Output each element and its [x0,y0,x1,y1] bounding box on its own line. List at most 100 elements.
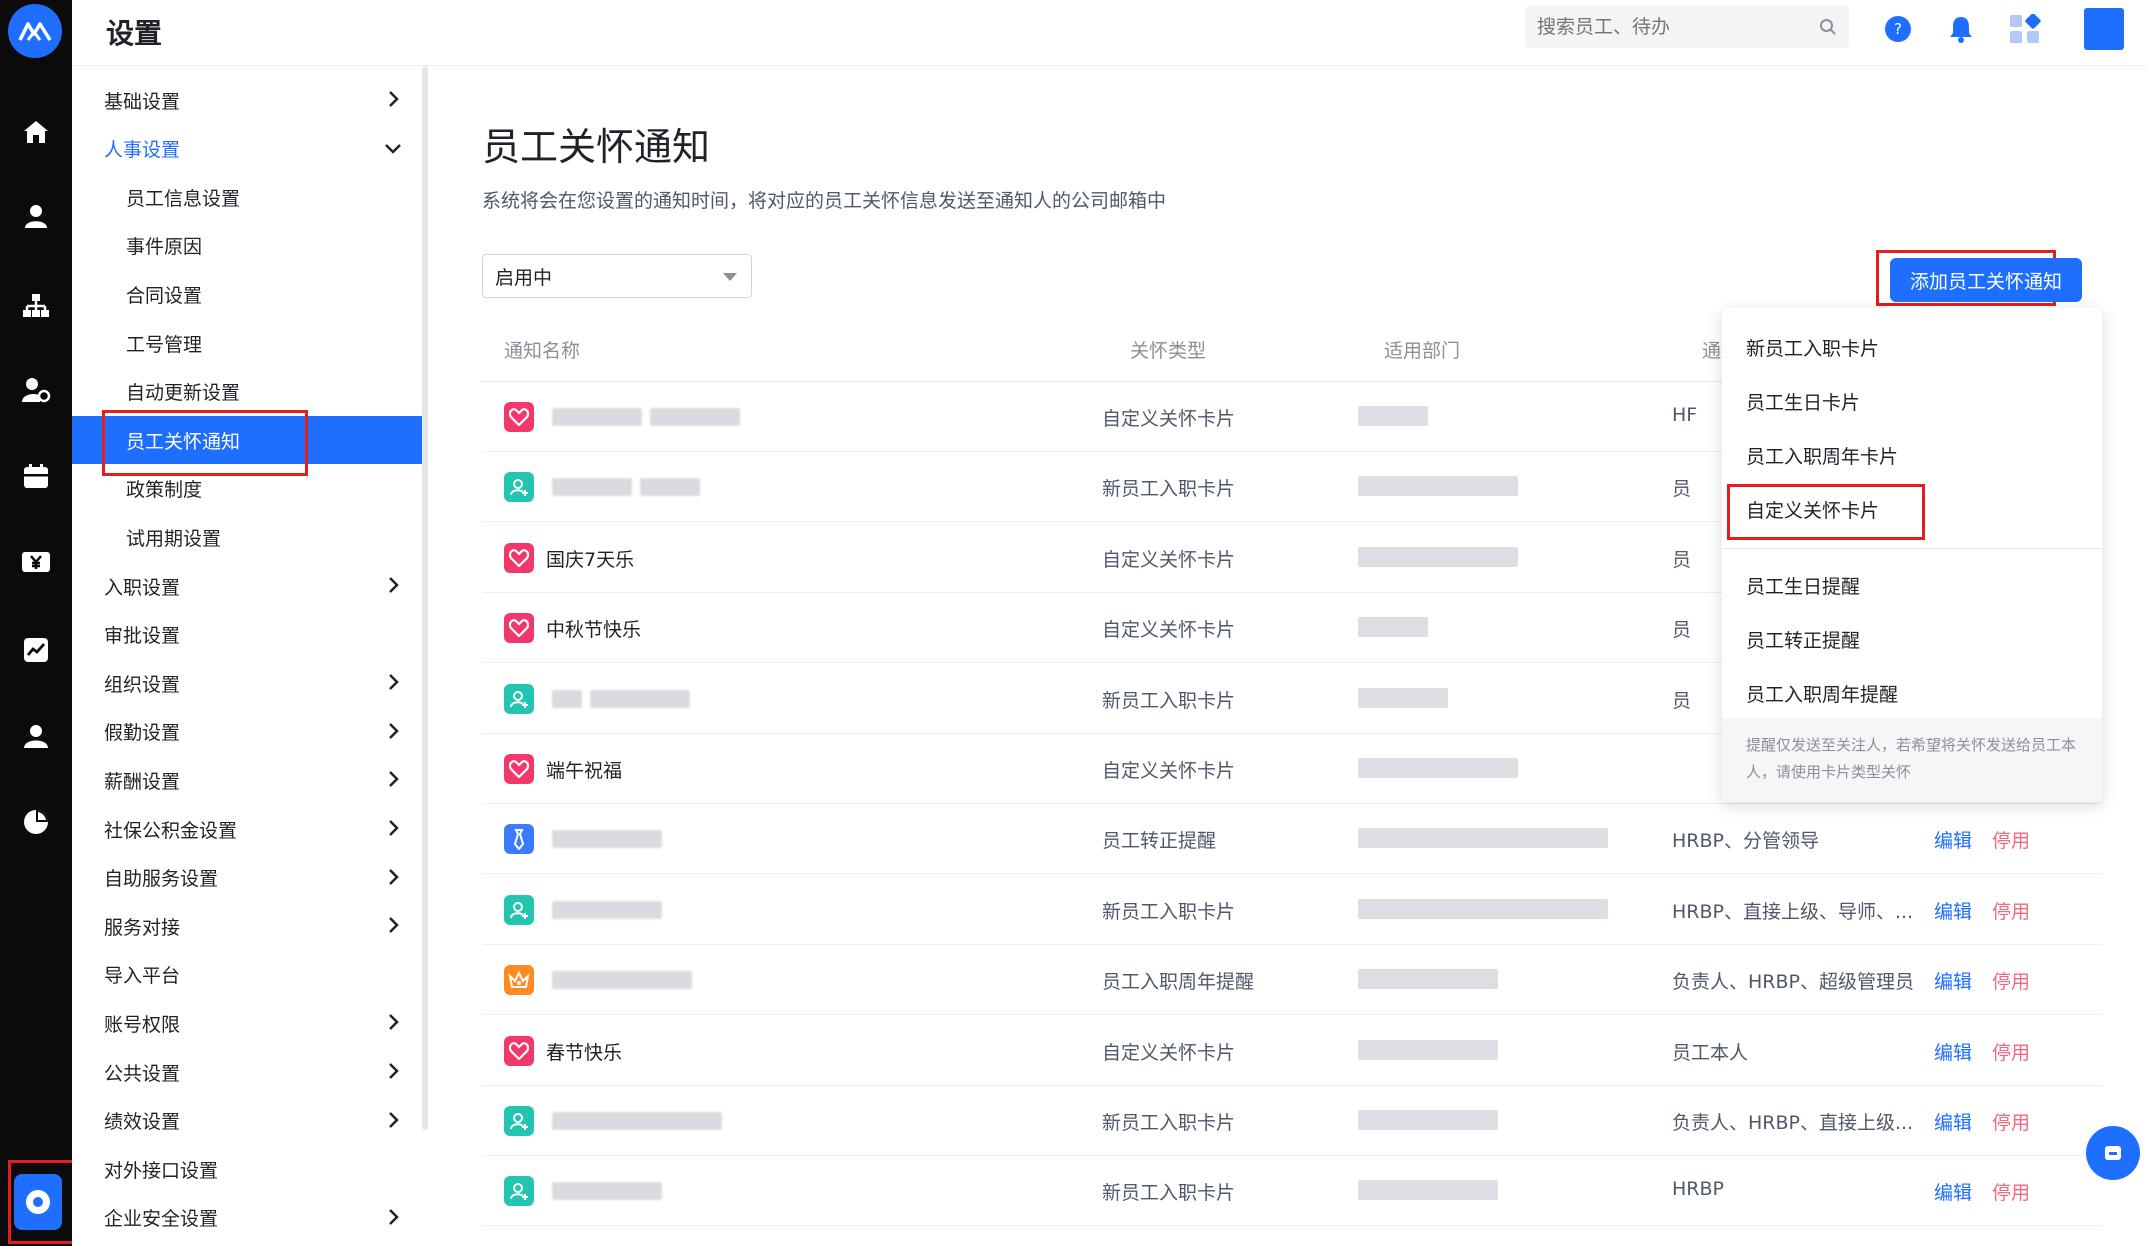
app-logo[interactable] [8,4,62,58]
menu-item[interactable]: 对外接口设置 [72,1145,422,1193]
edit-link[interactable]: 编辑 [1934,1038,1972,1065]
edit-link[interactable]: 编辑 [1934,1108,1972,1135]
bell-icon[interactable] [1944,12,1978,46]
edit-link[interactable]: 编辑 [1934,967,1972,994]
status-filter-select[interactable]: 启用中 [482,254,752,298]
floating-chat-button[interactable] [2086,1126,2140,1180]
menu-item[interactable]: 企业安全设置 [72,1194,422,1242]
chevron-right-icon [382,574,404,596]
menu-item[interactable]: 基础设置 [72,76,422,124]
menu-item[interactable]: 员工信息设置 [72,173,422,221]
calendar-icon[interactable] [18,458,54,494]
chevron-right-icon [382,1011,404,1033]
menu-item[interactable]: 入职设置 [72,562,422,610]
redacted-department [1358,1110,1498,1130]
disable-link[interactable]: 停用 [1992,1178,2030,1205]
dropdown-item-birthday-card[interactable]: 员工生日卡片 [1746,388,1860,415]
menu-item-label: 事件原因 [126,236,203,259]
menu-item-label: 假勤设置 [104,722,181,745]
user-add-icon [504,472,534,503]
menu-item[interactable]: 自动更新设置 [72,368,422,416]
menu-item[interactable]: 事件原因 [72,222,422,270]
care-type: 自定义关怀卡片 [1102,619,1236,642]
table-row: 新员工入职卡片 负责人、HRBP、直接上级... 编辑 停用 [482,1086,2102,1156]
search-box[interactable] [1525,6,1849,48]
column-header-name: 通知名称 [504,340,581,362]
menu-item[interactable]: 人事设置 [72,125,422,173]
menu-item[interactable]: 公共设置 [72,1048,422,1096]
redacted-department [1358,476,1518,497]
chevron-right-icon [382,88,404,110]
disable-link[interactable]: 停用 [1992,1038,2030,1065]
chevron-right-icon [382,1109,404,1131]
user-settings-icon[interactable] [18,372,54,408]
menu-item[interactable]: 审批设置 [72,611,422,659]
chevron-right-icon [382,768,404,790]
redacted-name [640,478,700,497]
user-add-icon [504,1176,534,1207]
dropdown-item-new-hire-card[interactable]: 新员工入职卡片 [1746,334,1879,361]
disable-link[interactable]: 停用 [1992,967,2030,994]
care-type: 新员工入职卡片 [1102,1112,1236,1134]
care-type: 新员工入职卡片 [1102,689,1236,712]
org-chart-icon[interactable] [18,288,54,324]
menu-item[interactable]: 绩效设置 [72,1097,422,1145]
menu-item[interactable]: 假勤设置 [72,708,422,756]
edit-link[interactable]: 编辑 [1934,1178,1972,1205]
menu-item[interactable]: 组织设置 [72,659,422,707]
apps-grid-icon[interactable] [2008,12,2042,46]
disable-link[interactable]: 停用 [1992,826,2030,853]
redacted-department [1358,1180,1498,1201]
dropdown-item-birthday-reminder[interactable]: 员工生日提醒 [1746,572,1860,599]
menu-item[interactable]: 导入平台 [72,951,422,999]
menu-item[interactable]: 薪酬设置 [72,756,422,804]
menu-item[interactable]: 试用期设置 [72,513,422,561]
dropdown-item-probation-reminder[interactable]: 员工转正提醒 [1746,626,1860,653]
disable-link[interactable]: 停用 [1992,1108,2030,1135]
main-title: 员工关怀通知 [482,125,711,169]
edit-link[interactable]: 编辑 [1934,897,1972,924]
notify-recipients: 负责人、HRBP、直接上级... [1672,1112,1914,1134]
menu-item-label: 社保公积金设置 [104,819,238,842]
dropdown-item-anniversary-card[interactable]: 员工入职周年卡片 [1746,442,1898,469]
search-input[interactable] [1525,6,1795,48]
help-icon[interactable]: ? [1881,12,1915,46]
person-icon[interactable] [18,198,54,234]
settings-icon[interactable] [14,1174,62,1230]
add-care-notice-button[interactable]: 添加员工关怀通知 [1890,258,2082,302]
menu-item[interactable]: 工号管理 [72,319,422,367]
menu-item-label: 自助服务设置 [104,868,219,891]
heart-icon [504,613,534,644]
profile-icon[interactable] [18,718,54,754]
notify-recipients: 员工本人 [1672,1041,1749,1064]
chevron-down-icon [382,137,404,159]
home-icon[interactable] [18,114,54,150]
caret-down-icon [723,273,737,281]
notify-recipients: HRBP [1672,1178,1724,1201]
avatar[interactable] [2084,8,2124,50]
notice-name: 春节快乐 [546,1041,623,1064]
menu-item-label: 账号权限 [104,1013,181,1036]
redacted-department [1358,687,1448,708]
chevron-right-icon [382,1060,404,1082]
redacted-department [1358,546,1518,567]
menu-item[interactable]: 服务对接 [72,902,422,950]
column-header-type: 关怀类型 [1130,340,1207,362]
redacted-department [1358,1039,1498,1060]
chart-icon[interactable] [18,632,54,668]
menu-item[interactable]: 社保公积金设置 [72,805,422,853]
payroll-icon[interactable] [18,544,54,580]
disable-link[interactable]: 停用 [1992,897,2030,924]
menu-item[interactable]: 合同设置 [72,270,422,318]
menu-item-label: 绩效设置 [104,1111,181,1134]
search-icon[interactable] [1819,18,1837,40]
dropdown-item-anniversary-reminder[interactable]: 员工入职周年提醒 [1746,680,1898,707]
redacted-name [552,689,582,708]
user-add-icon [504,894,534,925]
pie-chart-icon[interactable] [18,804,54,840]
menu-item-label: 薪酬设置 [104,770,181,793]
menu-item[interactable]: 自助服务设置 [72,854,422,902]
menu-item[interactable]: 账号权限 [72,999,422,1047]
chevron-right-icon [382,720,404,742]
edit-link[interactable]: 编辑 [1934,826,1972,853]
